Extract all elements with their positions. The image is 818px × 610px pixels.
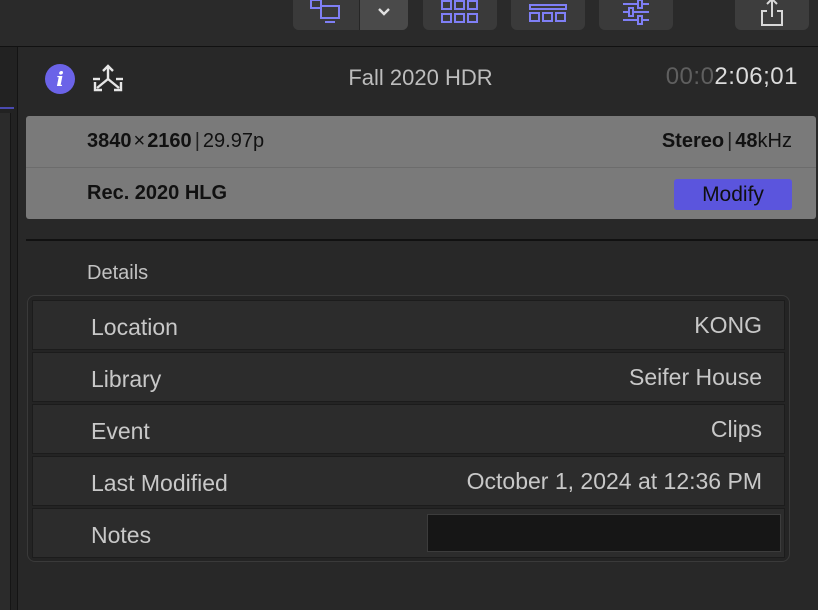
browser-grid-icon: [441, 0, 478, 23]
timecode-leading: 00:0: [665, 63, 715, 90]
detail-row-library: Library Seifer House: [32, 352, 785, 402]
video-audio-format-row: 3840 × 2160 | 29.97p Stereo | 48kHz: [87, 130, 792, 153]
share-button[interactable]: [735, 0, 809, 30]
adjacent-panel-edge: [0, 47, 18, 610]
inspector-sliders-icon: [623, 0, 649, 25]
detail-label: Event: [91, 418, 150, 444]
sample-rate-value: 48: [735, 130, 758, 152]
separator: |: [194, 130, 200, 152]
detail-value: Seifer House: [629, 364, 762, 390]
sample-rate-unit: kHz: [757, 130, 792, 152]
separator: |: [727, 130, 733, 152]
timecode-value: 2:06;01: [714, 63, 798, 90]
resolution-times: ×: [133, 130, 146, 152]
detail-value: October 1, 2024 at 12:36 PM: [466, 468, 762, 494]
inspector-header: i Fall 2020 HDR 00:02:06;01: [18, 47, 818, 113]
display-layout-group: [293, 0, 408, 30]
detail-row-location: Location KONG: [32, 300, 785, 350]
detail-row-event: Event Clips: [32, 404, 785, 454]
audio-channels: Stereo: [661, 130, 725, 152]
adjacent-panel-scroll-edge: [0, 113, 11, 610]
inspector-window: i Fall 2020 HDR 00:02:06;01 3840 × 2160 | 29…: [0, 0, 818, 610]
timeline-toggle-button[interactable]: [511, 0, 585, 30]
detail-label: Notes: [91, 522, 152, 548]
detail-value: KONG: [694, 312, 762, 338]
audio-format: Stereo | 48kHz: [662, 130, 792, 153]
details-table: Location KONG Library Seifer House Event…: [27, 295, 790, 562]
color-space: Rec. 2020 HLG: [87, 182, 228, 204]
section-divider: [26, 239, 818, 241]
details-section-label: Details: [87, 262, 149, 284]
toolbar: [0, 0, 818, 47]
detail-label: Library: [91, 366, 162, 392]
move-arrows-icon[interactable]: [91, 62, 125, 96]
modify-button[interactable]: Modify: [674, 179, 792, 210]
clip-duration-timecode: 00:02:06;01: [666, 63, 798, 91]
detail-value: Clips: [710, 416, 762, 442]
notes-input[interactable]: [427, 514, 781, 552]
monitor-layout-button[interactable]: [293, 0, 359, 30]
format-summary: 3840 × 2160 | 29.97p Stereo | 48kHz Rec. 2020 …: [26, 116, 816, 219]
detail-row-notes: Notes: [32, 508, 785, 558]
detail-label: Last Modified: [91, 470, 228, 496]
detail-row-last-modified: Last Modified October 1, 2024 at 12:36 P…: [32, 456, 785, 506]
monitor-layout-icon: [310, 0, 340, 23]
resolution-width: 3840: [87, 130, 132, 152]
resolution-height: 2160: [147, 130, 192, 152]
browser-toggle-button[interactable]: [423, 0, 497, 30]
frame-rate: 29.97p: [202, 130, 265, 152]
info-icon[interactable]: i: [45, 64, 75, 94]
detail-label: Location: [91, 314, 178, 340]
chevron-down-icon: [378, 8, 390, 16]
share-icon: [761, 0, 783, 26]
clip-title: Fall 2020 HDR: [348, 65, 493, 90]
timeline-grid-icon: [529, 4, 567, 22]
inspector-toggle-button[interactable]: [599, 0, 673, 30]
summary-divider: [26, 167, 816, 168]
layout-menu-button[interactable]: [359, 0, 408, 30]
selection-accent: [0, 107, 14, 109]
